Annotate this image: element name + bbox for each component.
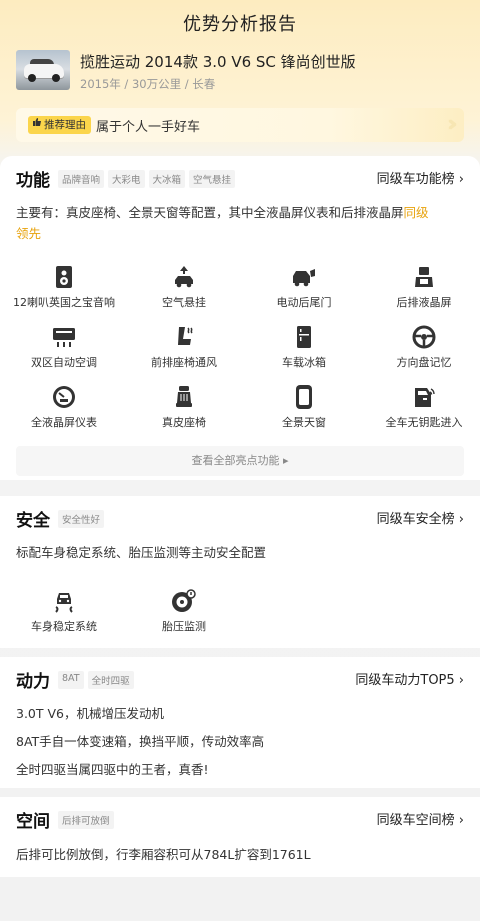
- feature-item[interactable]: 全液晶屏仪表: [4, 384, 124, 430]
- tag: 品牌音响: [58, 170, 105, 188]
- decorative-chevron-icon: ›››: [446, 112, 459, 137]
- thumbs-up-icon: [32, 116, 42, 134]
- feature-item[interactable]: 方向盘记忆: [364, 324, 480, 370]
- feature-label: 前排座椅通风: [151, 356, 217, 369]
- feature-item[interactable]: 胎压监测: [124, 588, 244, 634]
- feature-label: 双区自动空调: [31, 356, 97, 369]
- function-rank-link[interactable]: 同级车功能榜 ›: [377, 168, 464, 187]
- feature-item[interactable]: 全车无钥匙进入: [364, 384, 480, 430]
- tag: 全时四驱: [87, 671, 134, 689]
- function-desc-highlight: 同级: [403, 205, 429, 220]
- feature-label: 12喇叭英国之宝音响: [13, 296, 115, 309]
- tag: 大冰箱: [148, 170, 186, 188]
- feature-label: 真皮座椅: [162, 416, 206, 429]
- recommend-text: 属于个人一手好车: [96, 120, 201, 135]
- function-desc-highlight: 领先: [16, 226, 42, 241]
- feature-item[interactable]: 12喇叭英国之宝音响: [4, 264, 124, 310]
- tag: 大彩电: [108, 170, 145, 188]
- function-card: 功能 品牌音响 大彩电 大冰箱 空气悬挂 同级车功能榜 › 主要有：真皮座椅、全…: [0, 156, 480, 480]
- power-tailgate-icon: [293, 269, 315, 287]
- air-suspension-icon: [175, 266, 193, 288]
- safety-desc: 标配车身稳定系统、胎压监测等主动安全配置: [16, 545, 267, 560]
- feature-label: 电动后尾门: [276, 296, 332, 309]
- feature-item[interactable]: 双区自动空调: [4, 324, 124, 370]
- feature-label: 胎压监测: [162, 620, 206, 633]
- power-card: 动力 8AT 全时四驱 同级车动力TOP5 › 3.0T V6，机械增压发动机 …: [0, 657, 480, 788]
- recommend-badge-label: 推荐理由: [44, 119, 86, 131]
- speaker-icon: [56, 266, 72, 288]
- space-desc: 后排可比例放倒，行李厢容积可从784L扩容到1761L: [16, 847, 311, 862]
- feature-label: 空气悬挂: [162, 296, 206, 309]
- seat-ventilation-icon: [178, 327, 193, 345]
- power-line: 8AT手自一体变速箱，换挡平顺，传动效率高: [16, 734, 265, 749]
- function-tags: 品牌音响 大彩电 大冰箱 空气悬挂: [58, 170, 236, 188]
- power-line: 全时四驱当属四驱中的王者，真香!: [16, 762, 209, 777]
- feature-item[interactable]: 前排座椅通风: [124, 324, 244, 370]
- feature-label: 车身稳定系统: [31, 620, 97, 633]
- feature-item[interactable]: 全景天窗: [244, 384, 364, 430]
- steering-memory-icon: [412, 325, 436, 349]
- feature-item[interactable]: 真皮座椅: [124, 384, 244, 430]
- function-desc: 主要有：真皮座椅、全景天窗等配置，其中全液晶屏仪表和后排液晶屏同级领先: [16, 202, 464, 244]
- feature-label: 全景天窗: [282, 416, 326, 429]
- tire-pressure-icon: [172, 589, 196, 612]
- lcd-dashboard-icon: [53, 386, 75, 408]
- safety-card: 安全 安全性好 同级车安全榜 › 标配车身稳定系统、胎压监测等主动安全配置 车身…: [0, 496, 480, 648]
- space-card: 空间 后排可放倒 同级车空间榜 › 后排可比例放倒，行李厢容积可从784L扩容到…: [0, 797, 480, 877]
- feature-item[interactable]: 车载冰箱: [244, 324, 364, 370]
- feature-label: 后排液晶屏: [396, 296, 452, 309]
- feature-item[interactable]: 电动后尾门: [244, 264, 364, 310]
- view-all-features-button[interactable]: 查看全部亮点功能 ▸: [16, 446, 464, 476]
- power-line: 3.0T V6，机械增压发动机: [16, 706, 164, 721]
- recommend-badge: 推荐理由: [28, 116, 91, 134]
- feature-item[interactable]: 后排液晶屏: [364, 264, 480, 310]
- space-rank-link[interactable]: 同级车空间榜 ›: [377, 809, 464, 828]
- car-meta: 2015年 / 30万公里 / 长春: [80, 77, 216, 91]
- feature-item[interactable]: 车身稳定系统: [4, 588, 124, 634]
- panoramic-sunroof-icon: [296, 385, 312, 409]
- feature-label: 全车无钥匙进入: [385, 416, 463, 429]
- safety-tags: 安全性好: [58, 510, 105, 528]
- dual-zone-ac-icon: [53, 328, 75, 347]
- function-desc-text: 主要有：真皮座椅、全景天窗等配置，其中全液晶屏仪表和后排液晶屏: [16, 205, 404, 220]
- space-title: 空间: [16, 812, 50, 832]
- feature-label: 方向盘记忆: [396, 356, 452, 369]
- stability-control-icon: [55, 593, 73, 613]
- car-thumbnail: [16, 50, 70, 90]
- function-title: 功能: [16, 171, 50, 191]
- recommend-bar: 推荐理由 属于个人一手好车 ›››: [16, 108, 464, 142]
- safety-rank-link[interactable]: 同级车安全榜 ›: [377, 508, 464, 527]
- safety-title: 安全: [16, 511, 50, 531]
- tag: 8AT: [58, 671, 84, 689]
- page-title: 优势分析报告: [183, 14, 297, 35]
- tag: 后排可放倒: [58, 811, 114, 829]
- power-rank-link[interactable]: 同级车动力TOP5 ›: [355, 669, 464, 688]
- car-fridge-icon: [297, 326, 311, 348]
- power-title: 动力: [16, 672, 50, 692]
- power-tags: 8AT 全时四驱: [58, 671, 134, 689]
- keyless-entry-icon: [415, 388, 435, 407]
- feature-label: 全液晶屏仪表: [31, 416, 97, 429]
- feature-label: 车载冰箱: [282, 356, 326, 369]
- feature-item[interactable]: 空气悬挂: [124, 264, 244, 310]
- rear-screen-icon: [415, 267, 433, 287]
- tag: 安全性好: [58, 510, 105, 528]
- car-summary[interactable]: 揽胜运动 2014款 3.0 V6 SC 锋尚创世版 2015年 / 30万公里…: [16, 50, 466, 96]
- tag: 空气悬挂: [189, 170, 236, 188]
- leather-seat-icon: [176, 386, 192, 407]
- space-tags: 后排可放倒: [58, 811, 114, 829]
- car-name: 揽胜运动 2014款 3.0 V6 SC 锋尚创世版: [80, 53, 356, 71]
